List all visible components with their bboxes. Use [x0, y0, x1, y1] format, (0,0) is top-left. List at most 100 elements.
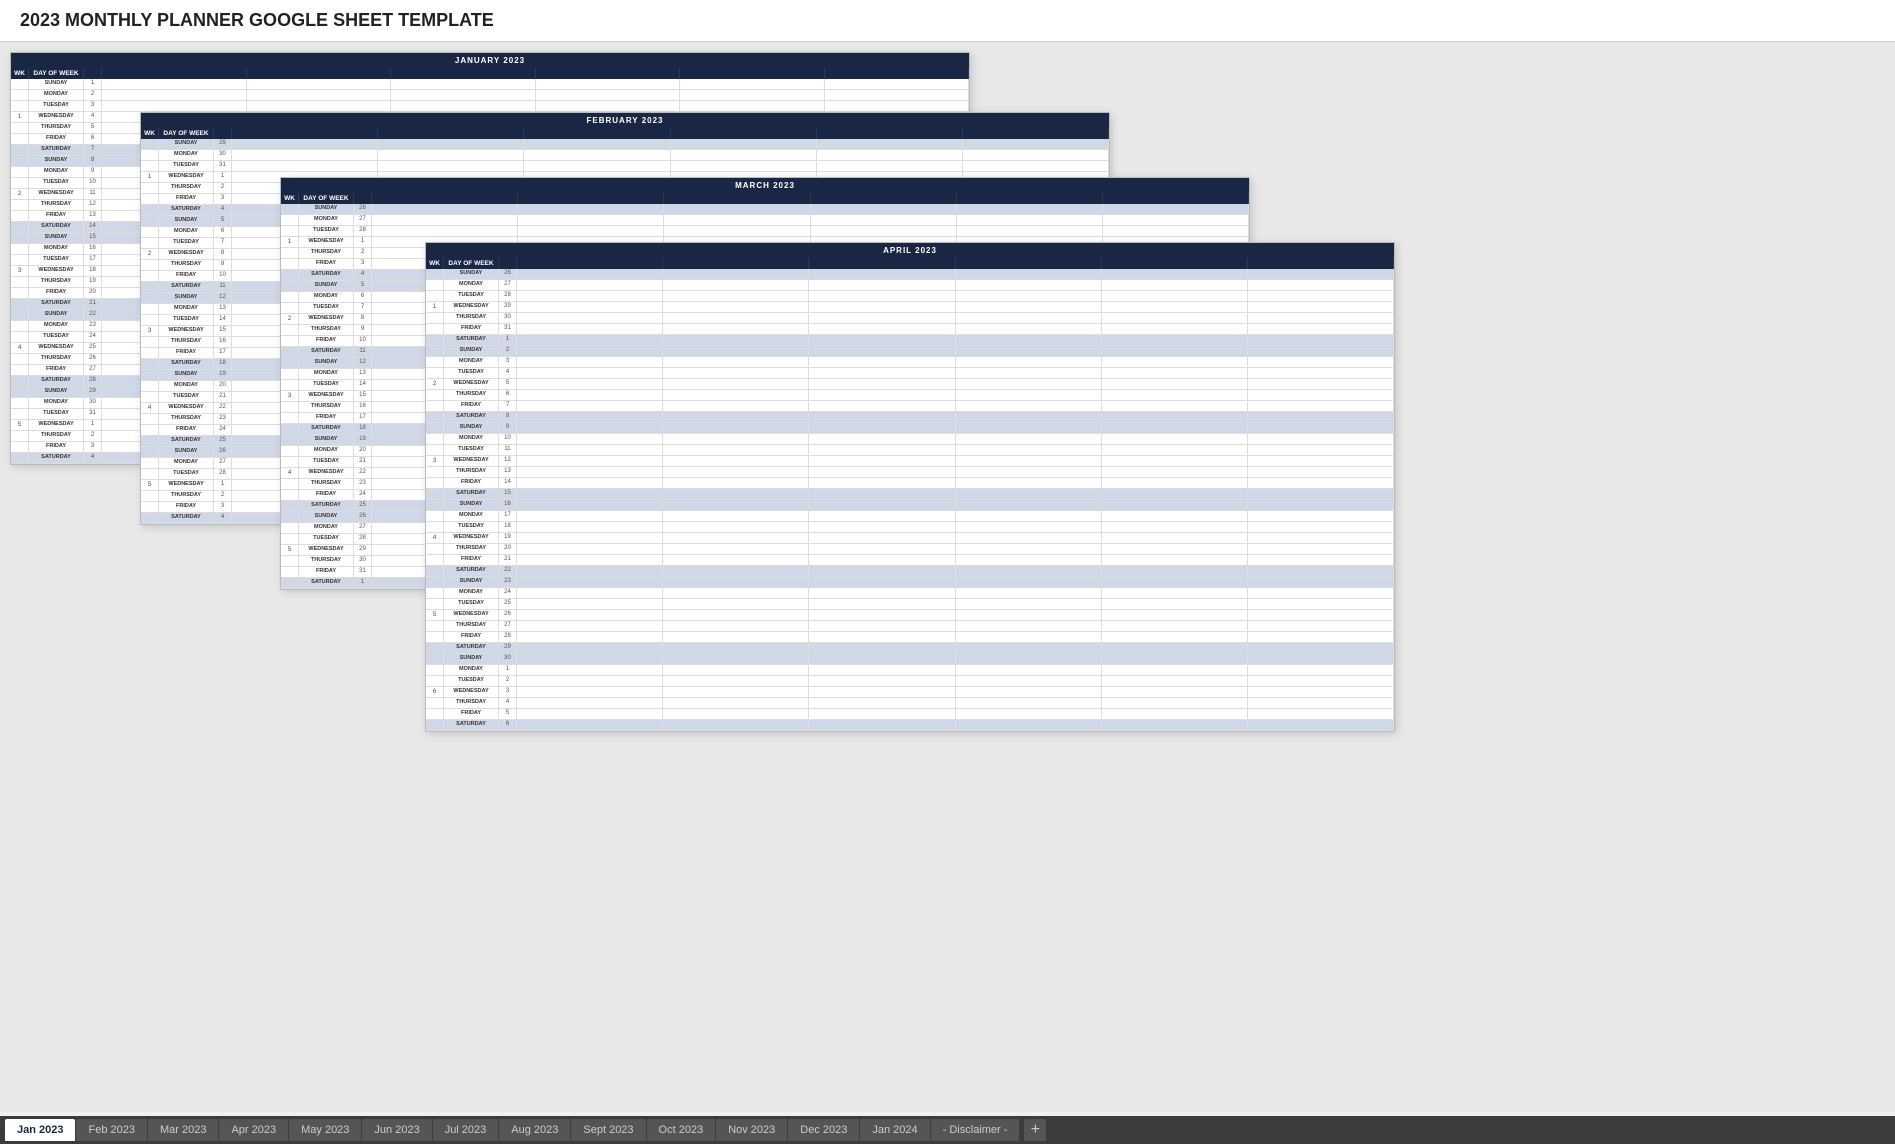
data-cell[interactable]	[956, 577, 1102, 587]
data-cell[interactable]	[663, 302, 809, 312]
data-cell[interactable]	[247, 79, 392, 89]
data-cell[interactable]	[1248, 588, 1394, 598]
data-cell[interactable]	[517, 577, 663, 587]
data-cell[interactable]	[811, 215, 957, 225]
data-cell[interactable]	[956, 401, 1102, 411]
data-cell[interactable]	[1248, 291, 1394, 301]
data-cell[interactable]	[1102, 280, 1248, 290]
data-cell[interactable]	[809, 379, 955, 389]
data-cell[interactable]	[825, 101, 970, 111]
data-cell[interactable]	[680, 90, 825, 100]
data-cell[interactable]	[956, 456, 1102, 466]
data-cell[interactable]	[663, 599, 809, 609]
data-cell[interactable]	[956, 632, 1102, 642]
data-cell[interactable]	[391, 101, 536, 111]
data-cell[interactable]	[663, 434, 809, 444]
data-cell[interactable]	[391, 79, 536, 89]
data-cell[interactable]	[1248, 313, 1394, 323]
data-cell[interactable]	[1248, 456, 1394, 466]
data-cell[interactable]	[809, 566, 955, 576]
data-cell[interactable]	[1248, 511, 1394, 521]
data-cell[interactable]	[809, 665, 955, 675]
data-cell[interactable]	[517, 434, 663, 444]
data-cell[interactable]	[956, 511, 1102, 521]
data-cell[interactable]	[1248, 379, 1394, 389]
data-cell[interactable]	[956, 566, 1102, 576]
data-cell[interactable]	[1102, 632, 1248, 642]
data-cell[interactable]	[663, 346, 809, 356]
data-cell[interactable]	[524, 161, 670, 171]
data-cell[interactable]	[1248, 467, 1394, 477]
data-cell[interactable]	[809, 423, 955, 433]
data-cell[interactable]	[663, 445, 809, 455]
data-cell[interactable]	[963, 139, 1109, 149]
data-cell[interactable]	[956, 533, 1102, 543]
data-cell[interactable]	[1102, 445, 1248, 455]
data-cell[interactable]	[517, 379, 663, 389]
data-cell[interactable]	[517, 302, 663, 312]
data-cell[interactable]	[524, 139, 670, 149]
data-cell[interactable]	[809, 533, 955, 543]
data-cell[interactable]	[956, 544, 1102, 554]
data-cell[interactable]	[1248, 434, 1394, 444]
data-cell[interactable]	[956, 687, 1102, 697]
data-cell[interactable]	[1102, 720, 1248, 730]
data-cell[interactable]	[956, 500, 1102, 510]
data-cell[interactable]	[956, 379, 1102, 389]
data-cell[interactable]	[956, 434, 1102, 444]
data-cell[interactable]	[517, 687, 663, 697]
sheet-tab[interactable]: Feb 2023	[76, 1119, 146, 1141]
data-cell[interactable]	[663, 269, 809, 279]
data-cell[interactable]	[956, 423, 1102, 433]
data-cell[interactable]	[956, 709, 1102, 719]
data-cell[interactable]	[663, 401, 809, 411]
data-cell[interactable]	[956, 665, 1102, 675]
data-cell[interactable]	[1102, 456, 1248, 466]
data-cell[interactable]	[517, 401, 663, 411]
data-cell[interactable]	[809, 434, 955, 444]
data-cell[interactable]	[1248, 412, 1394, 422]
data-cell[interactable]	[809, 588, 955, 598]
data-cell[interactable]	[956, 489, 1102, 499]
data-cell[interactable]	[809, 687, 955, 697]
data-cell[interactable]	[536, 90, 681, 100]
data-cell[interactable]	[663, 555, 809, 565]
data-cell[interactable]	[809, 676, 955, 686]
data-cell[interactable]	[1102, 577, 1248, 587]
data-cell[interactable]	[809, 346, 955, 356]
data-cell[interactable]	[663, 379, 809, 389]
data-cell[interactable]	[1248, 368, 1394, 378]
data-cell[interactable]	[1248, 720, 1394, 730]
data-cell[interactable]	[680, 79, 825, 89]
data-cell[interactable]	[809, 291, 955, 301]
data-cell[interactable]	[517, 500, 663, 510]
data-cell[interactable]	[663, 456, 809, 466]
data-cell[interactable]	[1102, 511, 1248, 521]
data-cell[interactable]	[956, 643, 1102, 653]
data-cell[interactable]	[536, 101, 681, 111]
data-cell[interactable]	[517, 698, 663, 708]
data-cell[interactable]	[663, 368, 809, 378]
data-cell[interactable]	[663, 511, 809, 521]
data-cell[interactable]	[956, 720, 1102, 730]
data-cell[interactable]	[663, 654, 809, 664]
data-cell[interactable]	[680, 101, 825, 111]
data-cell[interactable]	[1248, 632, 1394, 642]
data-cell[interactable]	[517, 511, 663, 521]
data-cell[interactable]	[956, 654, 1102, 664]
data-cell[interactable]	[809, 621, 955, 631]
data-cell[interactable]	[809, 478, 955, 488]
data-cell[interactable]	[517, 456, 663, 466]
data-cell[interactable]	[1102, 544, 1248, 554]
data-cell[interactable]	[1102, 621, 1248, 631]
data-cell[interactable]	[232, 150, 378, 160]
data-cell[interactable]	[963, 150, 1109, 160]
data-cell[interactable]	[1248, 533, 1394, 543]
data-cell[interactable]	[809, 544, 955, 554]
data-cell[interactable]	[1248, 423, 1394, 433]
data-cell[interactable]	[663, 621, 809, 631]
data-cell[interactable]	[663, 687, 809, 697]
data-cell[interactable]	[1248, 401, 1394, 411]
data-cell[interactable]	[1102, 434, 1248, 444]
data-cell[interactable]	[956, 357, 1102, 367]
